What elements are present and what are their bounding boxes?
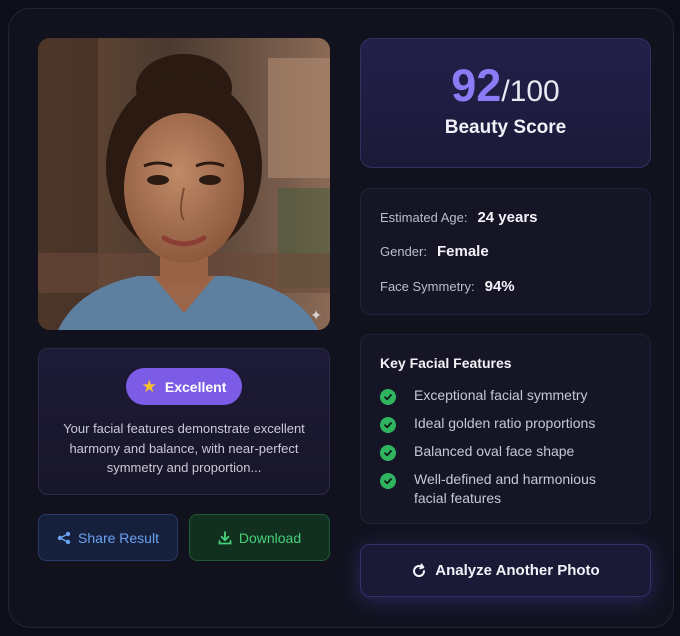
beauty-score-card: 92/100 Beauty Score xyxy=(360,38,651,168)
check-icon xyxy=(380,445,396,461)
rating-description: Your facial features demonstrate excelle… xyxy=(63,421,305,475)
list-item: Well-defined and harmonious facial featu… xyxy=(380,470,614,508)
sparkle-icon: ✦ xyxy=(310,307,322,323)
stat-label: Estimated Age: xyxy=(380,210,468,225)
list-item: Exceptional facial symmetry xyxy=(380,386,614,405)
download-label: Download xyxy=(238,529,302,546)
feature-text: Ideal golden ratio proportions xyxy=(414,415,596,431)
stat-gender: Gender: Female xyxy=(380,243,489,260)
stat-face-symmetry: Face Symmetry: 94% xyxy=(380,278,515,295)
list-item: Ideal golden ratio proportions xyxy=(380,414,614,433)
key-features-title: Key Facial Features xyxy=(380,355,512,371)
check-icon xyxy=(380,389,396,405)
stat-value: Female xyxy=(436,243,489,260)
stat-label: Face Symmetry: xyxy=(380,279,475,294)
feature-text: Exceptional facial symmetry xyxy=(414,387,588,403)
star-icon: ★ xyxy=(141,377,157,396)
check-icon xyxy=(380,417,396,433)
share-result-button[interactable]: Share Result xyxy=(38,514,178,561)
list-item: Balanced oval face shape xyxy=(380,442,614,461)
share-icon xyxy=(57,531,71,544)
rating-badge-label: Excellent xyxy=(164,378,227,395)
feature-text: Balanced oval face shape xyxy=(414,443,575,459)
stat-value: 24 years xyxy=(477,209,538,226)
score-value: 92 xyxy=(451,60,502,111)
score-max: /100 xyxy=(501,75,560,108)
stat-label: Gender: xyxy=(380,244,427,259)
refresh-icon xyxy=(413,563,426,577)
portrait-photo: ✦ xyxy=(38,38,330,330)
score-label: Beauty Score xyxy=(444,117,567,138)
feature-text: Well-defined and harmonious facial featu… xyxy=(414,471,596,506)
analyze-another-photo-button[interactable]: Analyze Another Photo xyxy=(360,544,651,597)
rating-summary: ★ Excellent Your facial features demonst… xyxy=(38,348,330,495)
check-icon xyxy=(380,473,396,489)
analyze-another-photo-label: Analyze Another Photo xyxy=(435,562,600,579)
stat-value: 94% xyxy=(484,278,515,295)
download-icon xyxy=(218,530,232,544)
share-result-label: Share Result xyxy=(78,529,159,546)
score-value-line: 92/100 xyxy=(361,61,650,111)
key-features-panel: Key Facial Features Exceptional facial s… xyxy=(360,334,651,524)
rating-badge: ★ Excellent xyxy=(125,368,243,405)
stat-estimated-age: Estimated Age: 24 years xyxy=(380,209,538,226)
download-button[interactable]: Download xyxy=(189,514,330,561)
stats-panel: Estimated Age: 24 years Gender: Female F… xyxy=(360,188,651,315)
